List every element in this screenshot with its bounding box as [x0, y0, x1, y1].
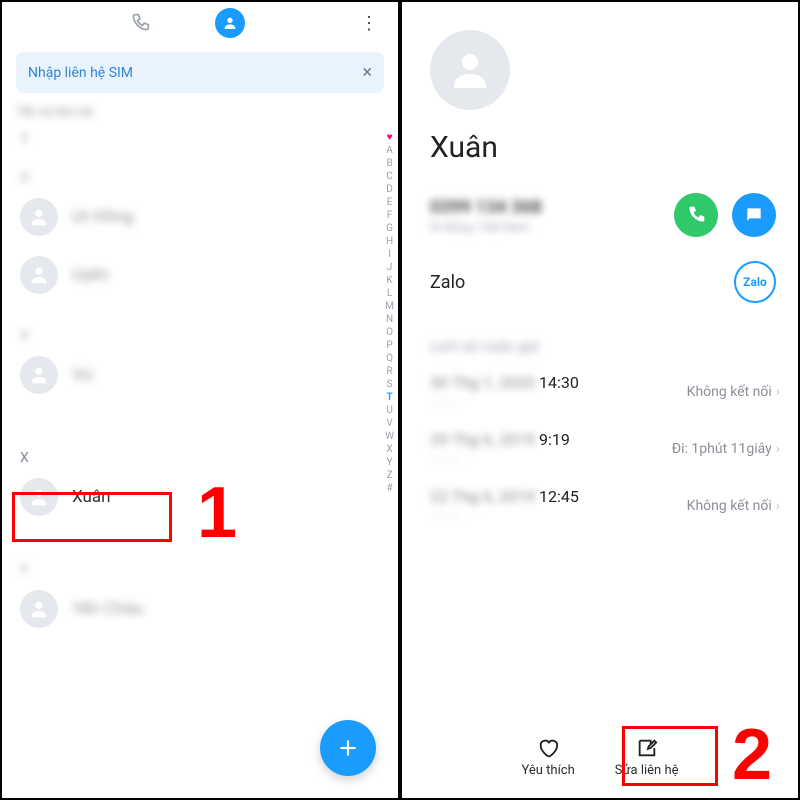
contact-detail-screen: Xuân 0399 134 368 Di động | Việt Nam Zal… [400, 0, 800, 800]
section-header-x: X [2, 444, 398, 468]
index-letter[interactable]: M [385, 301, 394, 312]
call-status: Không kết nối [687, 384, 772, 400]
index-letter[interactable]: P [386, 340, 392, 351]
list-item[interactable]: Uyên [2, 246, 398, 304]
call-sub: ・・・ [430, 451, 570, 467]
edit-contact-label: Sửa liên hệ [615, 763, 679, 778]
linked-app-row[interactable]: Zalo Zalo [402, 247, 798, 317]
close-icon[interactable]: × [362, 62, 372, 83]
avatar [430, 30, 510, 110]
contact-name: Xuân [72, 487, 111, 507]
import-sim-chip[interactable]: Nhập liên hệ SIM × [16, 52, 384, 93]
index-letter[interactable]: Z [387, 470, 393, 481]
dialer-tab-icon[interactable] [125, 8, 155, 38]
phone-number: 0399 134 368 [430, 197, 542, 218]
index-letter[interactable]: Q [386, 353, 393, 364]
contact-name: Vợ [72, 365, 92, 385]
contact-name: Ut Hồng [72, 207, 134, 227]
list-item[interactable]: Yến Châu [2, 580, 398, 638]
contact-name: Yến Châu [72, 599, 143, 619]
index-letter[interactable]: V [386, 418, 392, 429]
filter-all-contacts[interactable]: Tất cả liên hệ [2, 101, 398, 126]
index-letter[interactable]: U [386, 405, 392, 416]
index-letter[interactable]: K [386, 275, 392, 286]
list-item[interactable]: Vợ [2, 346, 398, 404]
annotation-number-2: 2 [732, 714, 772, 796]
index-letter[interactable]: C [386, 171, 393, 182]
call-history-header: Lịch sử cuộc gọi [402, 317, 798, 363]
favorite-label: Yêu thích [521, 763, 574, 778]
contacts-tab-icon[interactable] [215, 8, 245, 38]
list-item[interactable]: Ut Hồng [2, 188, 398, 246]
index-letter[interactable]: W [385, 431, 394, 442]
call-sub: ・・・ [430, 394, 579, 410]
call-history-item[interactable]: 30 Thg 1, 2020 14:30 ・・・ Không kết nối› [402, 363, 798, 420]
index-letter[interactable]: F [387, 210, 393, 221]
zalo-icon[interactable]: Zalo [734, 261, 776, 303]
index-letter[interactable]: B [386, 158, 392, 169]
detail-header: Xuân [402, 2, 798, 165]
avatar [20, 198, 58, 236]
avatar [20, 478, 58, 516]
index-letter[interactable]: J [387, 262, 393, 273]
heart-icon[interactable]: ♥ [387, 132, 393, 143]
index-letter[interactable]: N [386, 314, 393, 325]
page-title: Xuân [430, 130, 778, 165]
favorite-button[interactable]: Yêu thích [521, 737, 574, 778]
chevron-right-icon: › [776, 384, 780, 400]
call-status: Không kết nối [687, 498, 772, 514]
avatar [20, 590, 58, 628]
index-letter[interactable]: E [387, 197, 393, 208]
app-label: Zalo [430, 272, 465, 293]
index-letter[interactable]: I [388, 249, 391, 260]
edit-contact-button[interactable]: Sửa liên hệ [615, 737, 679, 778]
index-letter[interactable]: H [386, 236, 393, 247]
add-contact-fab[interactable] [320, 720, 376, 776]
call-history-item[interactable]: 22 Thg 6, 2019 12:45 ・・・ Không kết nối› [402, 477, 798, 534]
list-header: ⋮ [2, 2, 398, 44]
index-letter[interactable]: O [386, 327, 393, 338]
contacts-scroll[interactable]: T U Ut Hồng Uyên V Vợ X Xuân Y [2, 126, 398, 786]
index-letter[interactable]: A [386, 145, 393, 156]
index-letter[interactable]: X [386, 444, 392, 455]
call-button[interactable] [674, 193, 718, 237]
alpha-index-rail[interactable]: ♥ ABCDEFGHIJKLMNOPQRSTUVWXYZ # [385, 132, 394, 494]
phone-row: 0399 134 368 Di động | Việt Nam [402, 165, 798, 247]
import-sim-label: Nhập liên hệ SIM [28, 65, 133, 81]
phone-type: Di động | Việt Nam [430, 220, 542, 234]
index-letter[interactable]: L [387, 288, 392, 299]
section-header-t: T [2, 126, 398, 150]
call-status: Đi: 1phút 11giây [672, 441, 772, 457]
contact-name: Uyên [72, 265, 109, 285]
index-letter[interactable]: # [386, 483, 392, 494]
index-letter[interactable]: R [386, 366, 392, 377]
phone-info[interactable]: 0399 134 368 Di động | Việt Nam [430, 197, 542, 234]
index-letter[interactable]: Y [387, 457, 393, 468]
avatar [20, 356, 58, 394]
call-history-item[interactable]: 29 Thg 6, 2019 9:19 ・・・ Đi: 1phút 11giây… [402, 420, 798, 477]
section-header-v: V [2, 322, 398, 346]
avatar [20, 256, 58, 294]
index-letter[interactable]: D [386, 184, 393, 195]
annotation-number-1: 1 [197, 472, 237, 554]
chevron-right-icon: › [776, 441, 780, 457]
section-header-u: U [2, 164, 398, 188]
message-button[interactable] [732, 193, 776, 237]
index-letter[interactable]: S [387, 379, 393, 390]
index-letter[interactable]: G [386, 223, 393, 234]
index-letter[interactable]: T [386, 392, 392, 403]
chevron-right-icon: › [776, 498, 780, 514]
more-menu-icon[interactable]: ⋮ [354, 8, 384, 38]
section-header-y: Y [2, 556, 398, 580]
call-sub: ・・・ [430, 508, 579, 524]
contacts-list-screen: ⋮ Nhập liên hệ SIM × Tất cả liên hệ T U … [0, 0, 400, 800]
